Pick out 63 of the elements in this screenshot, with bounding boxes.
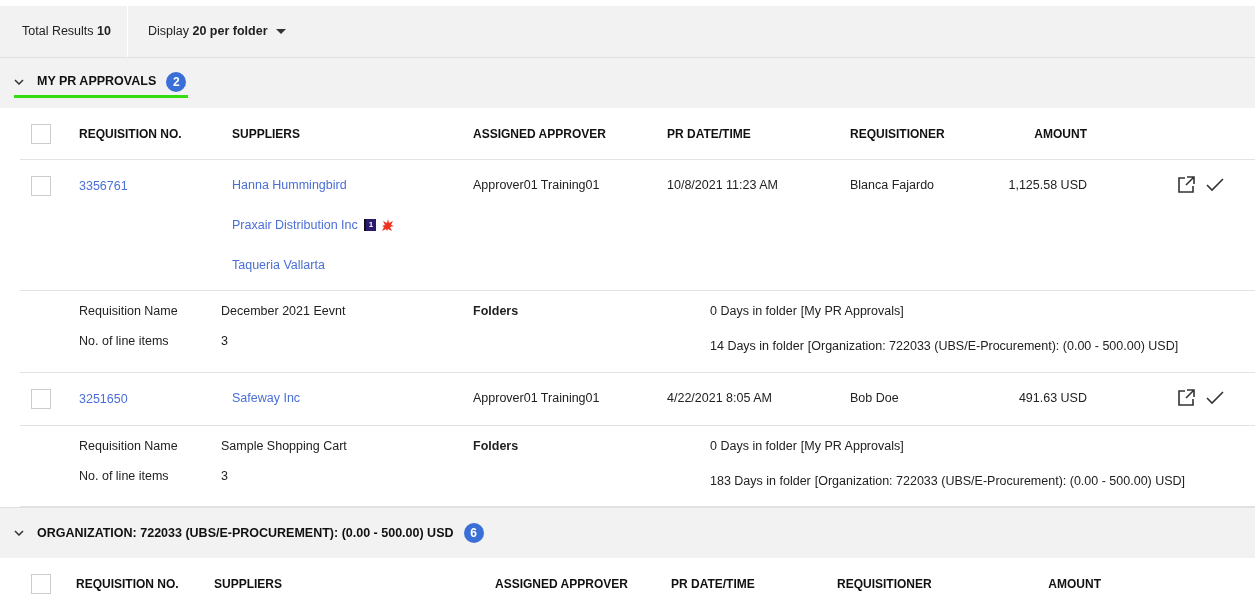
requisitioner-cell-text: Bob Doe: [850, 389, 900, 407]
folders-label: Folders: [473, 438, 519, 453]
count-badge: 2: [166, 71, 187, 92]
total-results: Total Results 10: [22, 23, 111, 41]
supplier-link[interactable]: Safeway Inc: [232, 388, 301, 408]
external-link-icon[interactable]: [1177, 388, 1195, 407]
caret-icon: [275, 29, 286, 34]
column-header[interactable]: PR DATE/TIME: [667, 124, 850, 143]
detail-value: 3: [221, 467, 229, 485]
amount-cell-text: 491.63 USD: [1017, 389, 1087, 407]
folder-name: [My PR Approvals]: [800, 303, 904, 321]
column-header[interactable]: REQUISITIONER: [850, 124, 970, 143]
date-cell-text: 4/22/2021 8:05 AM: [667, 389, 773, 407]
external-link-icon[interactable]: [1177, 176, 1195, 194]
checkbox[interactable]: [31, 573, 51, 594]
approve-check-icon[interactable]: [1205, 388, 1225, 407]
chevron-icon: [14, 78, 24, 85]
approver-cell-text: Approver01 Training01: [473, 177, 601, 194]
days-in-folder: 0 Days in folder: [710, 303, 797, 321]
folders-label: Folders: [473, 304, 519, 319]
group-title: MY PR APPROVALS: [37, 73, 157, 91]
column-header[interactable]: ASSIGNED APPROVER: [473, 124, 667, 143]
count-badge: 6: [463, 523, 484, 544]
folder-name: [Organization: 722033 (UBS/E-Procurement): (0.00 - 500.00) USD]: [807, 338, 1179, 355]
column-header[interactable]: PR DATE/TIME: [671, 574, 837, 593]
display-dropdown[interactable]: Display 20 per folder: [148, 22, 286, 41]
column-header[interactable]: SUPPLIERS: [232, 124, 473, 143]
folder-name: [My PR Approvals]: [800, 437, 904, 455]
checkbox[interactable]: [31, 388, 51, 409]
amount-cell-text: 1,125.58 USD: [1007, 177, 1087, 194]
requisition-link[interactable]: 3251650: [79, 389, 232, 409]
checkbox[interactable]: [31, 123, 51, 144]
days-in-folder: 14 Days in folder: [710, 338, 804, 355]
detail-value: 3: [221, 333, 229, 350]
detail-label: No. of line items: [79, 333, 170, 350]
flag-badge: 1: [363, 219, 377, 232]
detail-label: Requisition Name: [79, 303, 179, 321]
checkbox[interactable]: [31, 176, 51, 196]
supplier-link[interactable]: Hanna Hummingbird: [232, 176, 347, 195]
supplier-link[interactable]: Praxair Distribution Inc: [232, 215, 358, 235]
days-in-folder: 0 Days in folder: [710, 437, 797, 455]
date-cell-text: 10/8/2021 11:23 AM: [667, 177, 779, 194]
detail-value: Sample Shopping Cart: [221, 437, 348, 455]
column-header[interactable]: REQUISITION NO.: [79, 124, 232, 143]
column-header[interactable]: REQUISITIONER: [837, 574, 987, 593]
approve-check-icon[interactable]: [1205, 176, 1225, 194]
detail-label: No. of line items: [79, 467, 170, 485]
days-in-folder: 183 Days in folder: [710, 472, 811, 490]
approver-cell-text: Approver01 Training01: [473, 389, 601, 407]
requisition-link[interactable]: 3356761: [79, 177, 232, 196]
requisitioner-cell-text: Blanca Fajardo: [850, 177, 936, 194]
column-header[interactable]: AMOUNT: [970, 124, 1087, 143]
column-header[interactable]: ASSIGNED APPROVER: [495, 574, 671, 593]
detail-label: Requisition Name: [79, 437, 179, 455]
supplier-link[interactable]: Taqueria Vallarta: [232, 255, 325, 275]
column-header[interactable]: SUPPLIERS: [214, 574, 495, 593]
column-header[interactable]: REQUISITION NO.: [76, 574, 214, 593]
folder-name: [Organization: 722033 (UBS/E-Procurement): (0.00 - 500.00) USD]: [814, 472, 1186, 490]
group-header[interactable]: MY PR APPROVALS 2: [14, 68, 189, 98]
detail-value: December 2021 Eevnt: [221, 303, 347, 321]
chevron-icon: [14, 530, 24, 537]
column-header[interactable]: AMOUNT: [987, 574, 1101, 593]
group-title: ORGANIZATION: 722033 (UBS/E-PROCUREMENT): (0.00 - 500.00) USD: [37, 524, 454, 542]
